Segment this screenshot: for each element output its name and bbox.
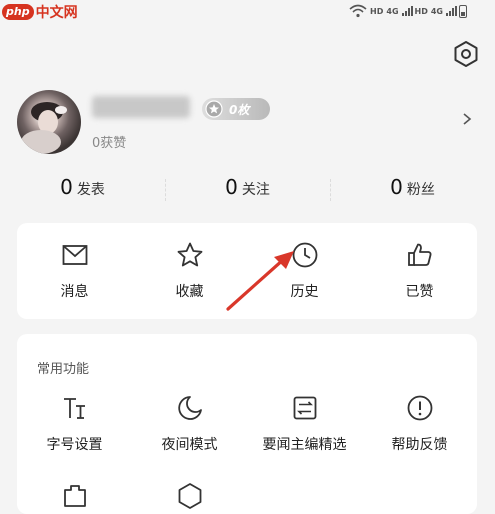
feature-label: 字号设置 <box>46 437 103 453</box>
shortcut-label: 已赞 <box>405 284 434 300</box>
chevron-right-icon[interactable] <box>461 112 473 126</box>
stat-following[interactable]: 0 关注 <box>165 175 330 205</box>
hd-label-2: HD <box>414 6 428 16</box>
shield-icon <box>178 483 201 509</box>
stat-posts[interactable]: 0 发表 <box>0 175 165 205</box>
status-bar: php 中文网 HD 4G HD 4G <box>0 0 495 26</box>
puzzle-icon <box>63 485 86 507</box>
avatar[interactable] <box>17 90 81 154</box>
medal-badge[interactable]: 0枚 <box>202 98 270 120</box>
thumbs-up-icon <box>407 243 431 266</box>
feature-font-size[interactable]: 字号设置 <box>17 394 132 454</box>
medal-star-icon <box>205 100 223 118</box>
shortcut-label: 消息 <box>60 284 89 300</box>
hd-label-1: HD <box>370 6 384 16</box>
feature-label: 要闻主编精选 <box>262 437 347 453</box>
stat-count: 0 <box>225 175 238 199</box>
feature-help-feedback[interactable]: 帮助反馈 <box>362 394 477 454</box>
stats-row: 0 发表 0 关注 0 粉丝 <box>0 175 495 205</box>
feature-editor-picks[interactable]: 要闻主编精选 <box>247 394 362 454</box>
shortcut-liked[interactable]: 已赞 <box>362 241 477 301</box>
shortcut-messages[interactable]: 消息 <box>17 241 132 301</box>
feature-row2-item-2[interactable] <box>132 482 247 510</box>
battery-icon <box>459 4 467 18</box>
stat-label: 粉丝 <box>406 182 435 198</box>
editor-picks-icon <box>293 396 316 420</box>
watermark-badge: php <box>2 4 34 20</box>
stat-followers[interactable]: 0 粉丝 <box>330 175 495 205</box>
stat-label: 发表 <box>76 182 105 198</box>
username: xxxxxx <box>92 96 190 118</box>
help-icon <box>407 395 432 421</box>
medal-count: 0枚 <box>229 102 250 117</box>
red-arrow-annotation <box>226 251 294 311</box>
moon-icon <box>177 396 202 420</box>
feature-label: 帮助反馈 <box>391 437 448 453</box>
shortcut-label: 收藏 <box>175 284 204 300</box>
star-icon <box>177 242 202 267</box>
signal-icon-1 <box>401 6 413 16</box>
status-icons: HD 4G HD 4G <box>349 3 467 19</box>
message-icon <box>62 245 87 265</box>
avatar-photo <box>21 102 67 154</box>
watermark-text: 中文网 <box>35 5 78 21</box>
stat-count: 0 <box>60 175 73 199</box>
features-card: 常用功能 字号设置 夜间模式 要闻主编精选 帮助反馈 <box>17 334 477 514</box>
network-label-1: 4G <box>386 6 399 16</box>
wifi-icon <box>349 4 367 18</box>
stat-count: 0 <box>390 175 403 199</box>
feature-label: 夜间模式 <box>161 437 218 453</box>
features-title: 常用功能 <box>37 362 90 377</box>
feature-row2-item-1[interactable] <box>17 482 132 510</box>
likes-count: 0获赞 <box>92 136 127 151</box>
stat-label: 关注 <box>241 182 270 198</box>
settings-hex-icon[interactable] <box>452 40 480 68</box>
profile-header[interactable]: xxxxxx 0枚 0获赞 <box>0 85 495 165</box>
signal-icon-2 <box>446 6 457 16</box>
font-size-icon <box>63 398 85 419</box>
watermark-logo: php 中文网 <box>2 1 78 23</box>
feature-night-mode[interactable]: 夜间模式 <box>132 394 247 454</box>
network-label-2: 4G <box>430 6 443 16</box>
